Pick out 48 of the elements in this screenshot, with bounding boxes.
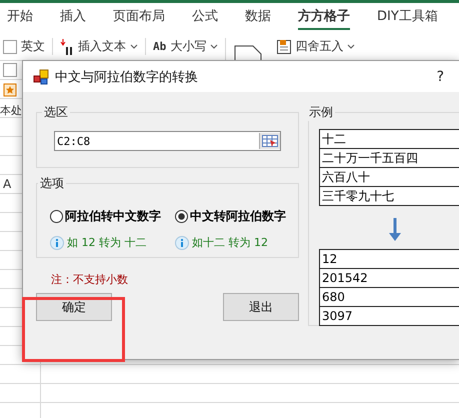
radio-label[interactable]: 阿拉伯转中文数字	[65, 208, 161, 225]
checkbox-label[interactable]: 英文	[21, 38, 45, 55]
ribbon-tab[interactable]: 方方格子	[298, 3, 350, 30]
caret-icon	[210, 44, 218, 49]
dialog-button[interactable]: 退出	[223, 293, 299, 321]
hint-text: 如 12 转为 十二	[67, 235, 146, 250]
group-title: 选区	[43, 104, 69, 121]
ribbon-tab[interactable]: 页面布局	[113, 3, 165, 30]
example-cell: 12	[320, 250, 459, 269]
checkbox[interactable]	[3, 63, 17, 77]
round-dropdown[interactable]: 四舍五入	[270, 38, 362, 55]
note-text: 注：不支持小数	[51, 272, 129, 287]
ribbon-tab[interactable]: 数据	[245, 3, 271, 30]
example-cell-text: 3097	[321, 308, 354, 325]
dialog-title: 中文与阿拉伯数字的转换	[55, 68, 199, 86]
example-cell: 201542	[320, 269, 459, 288]
group-title: 示例	[308, 104, 334, 121]
ribbon-tab[interactable]: 开始	[7, 3, 33, 30]
radio-button[interactable]	[50, 210, 63, 223]
range-input[interactable]: C2:C8	[54, 131, 281, 151]
table-icon	[277, 40, 292, 54]
range-picker-button[interactable]	[259, 133, 280, 149]
sidebar-text: 本处	[0, 103, 22, 118]
app-icon	[33, 68, 49, 84]
column-header: A	[3, 177, 12, 191]
caret-icon	[130, 44, 138, 49]
hint-text: 如十二 转为 12	[192, 235, 268, 250]
example-cell-text: 三千零九十七	[321, 188, 395, 205]
down-arrow-icon	[389, 218, 401, 242]
example-cell: 六百八十	[320, 168, 459, 187]
radio-button[interactable]	[175, 210, 188, 223]
example-cell: 十二	[320, 130, 459, 149]
info-icon	[50, 236, 64, 250]
info-icon	[175, 236, 189, 250]
checkbox[interactable]	[3, 40, 17, 54]
example-cell: 二十万一千五百四	[320, 149, 459, 168]
radio-label[interactable]: 中文转阿拉伯数字	[190, 208, 286, 225]
ribbon-tab[interactable]: 公式	[192, 3, 218, 30]
help-button[interactable]: ?	[436, 68, 444, 84]
insert-text-dropdown[interactable]: 插入文本	[52, 38, 145, 55]
case-dropdown[interactable]: Ab 大小写	[145, 38, 226, 55]
star-icon[interactable]	[3, 83, 17, 97]
group-title: 选项	[39, 175, 65, 192]
example-cell: 680	[320, 288, 459, 307]
ribbon-tab[interactable]: 插入	[60, 3, 86, 30]
insert-icon	[60, 38, 74, 54]
caret-icon	[347, 44, 356, 49]
ribbon-tab[interactable]: DIY工具箱	[377, 3, 438, 30]
